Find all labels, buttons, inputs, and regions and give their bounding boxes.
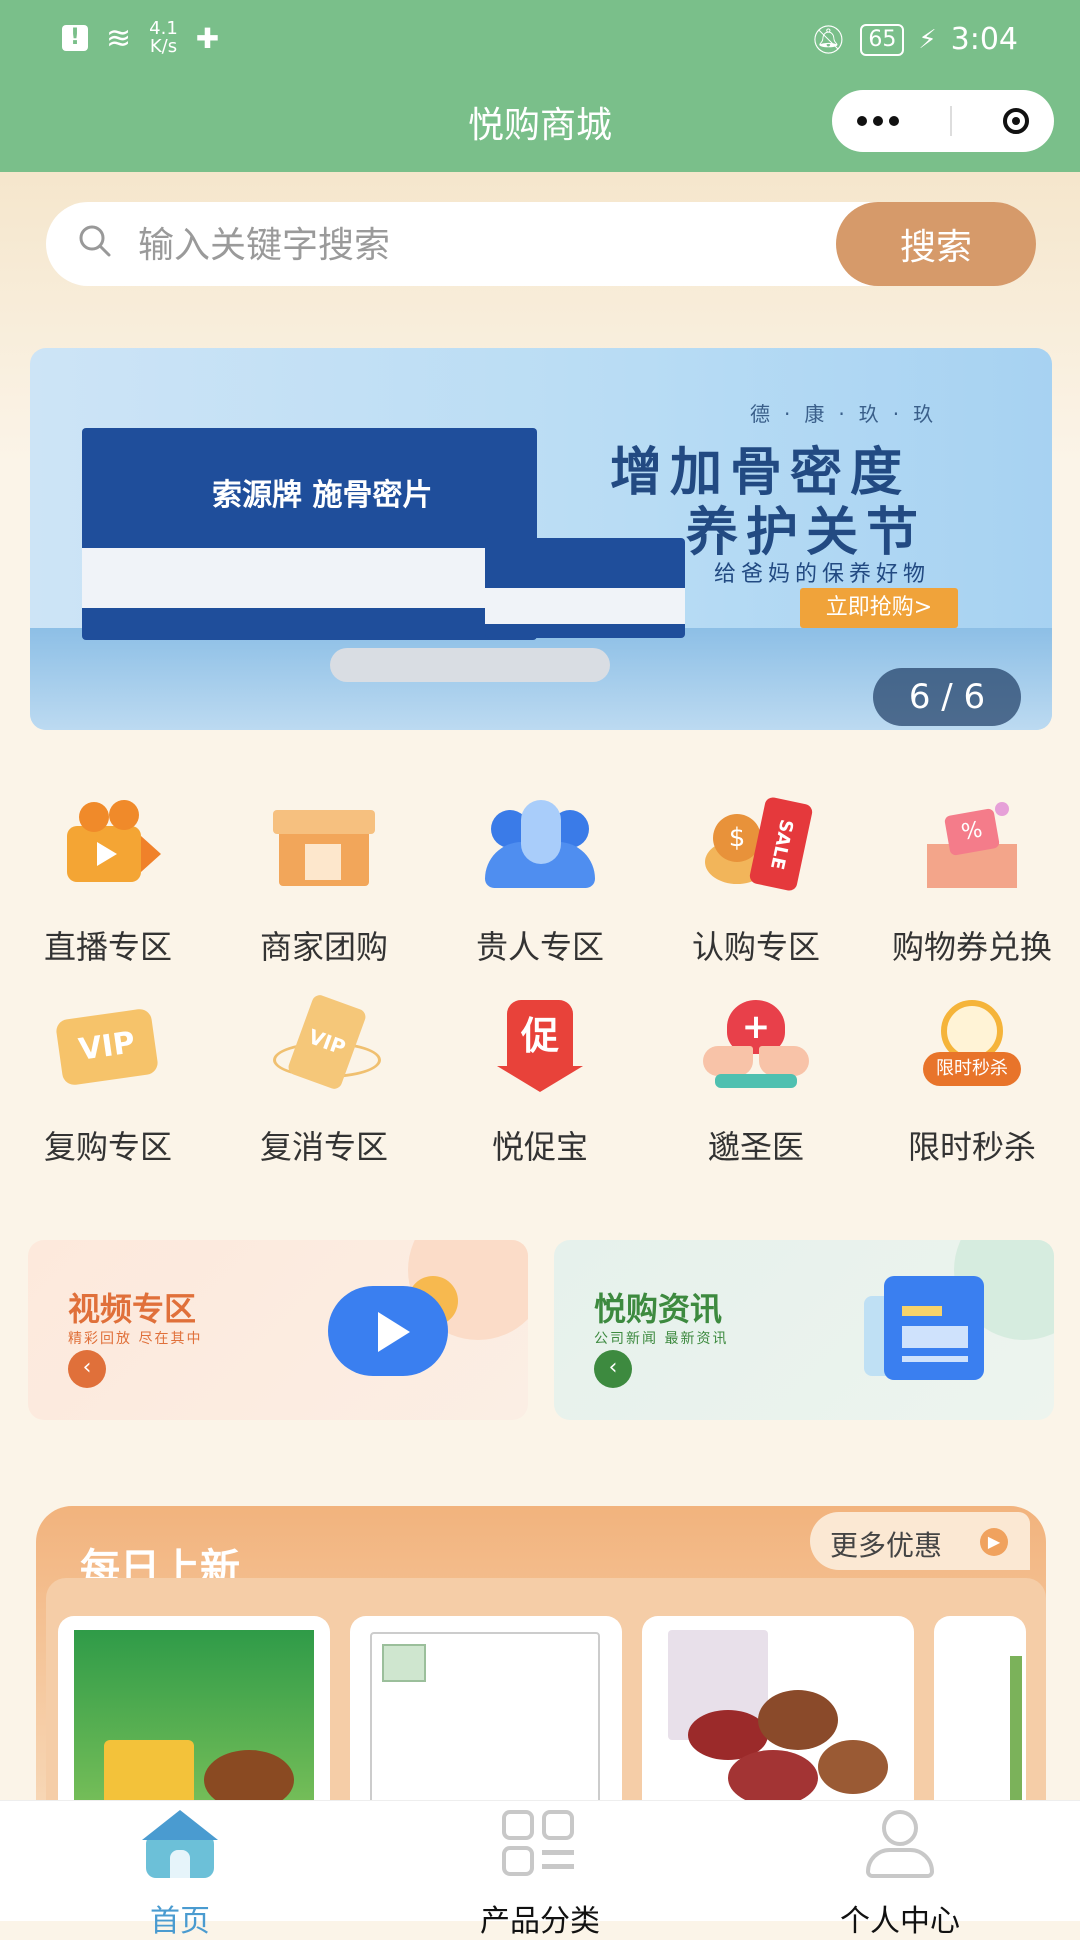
banner-headline-2: 养护关节: [686, 503, 927, 563]
miniapp-capsule: [832, 90, 1054, 152]
video-zone-subtitle: 精彩回放 尽在其中: [68, 1331, 203, 1347]
grid-item-label: 复购专区: [43, 1128, 172, 1166]
grid-item-label: 复消专区: [259, 1128, 388, 1166]
grid-item-repurchase[interactable]: VIP 复购专区: [0, 996, 216, 1166]
wifi-icon: ≋: [106, 20, 132, 56]
alarm-clock-icon: 限时秒杀: [917, 996, 1027, 1096]
tab-label: 产品分类: [480, 1904, 600, 1939]
vip-card-icon: VIP: [269, 992, 381, 1096]
vip-ticket-icon: VIP: [53, 996, 163, 1096]
product-image: [74, 1630, 314, 1816]
search-input[interactable]: [136, 214, 820, 276]
play-arrow-icon: ▶: [980, 1528, 1008, 1556]
news-subtitle: 公司新闻 最新资讯: [594, 1331, 729, 1347]
banner-cta-button[interactable]: 立即抢购>: [800, 588, 958, 628]
tab-home[interactable]: 首页: [30, 1810, 330, 1939]
chevron-left-icon: ‹: [68, 1350, 106, 1388]
promo-icon: 促: [485, 996, 595, 1096]
tab-label: 首页: [150, 1904, 210, 1939]
store-group-buy-icon: [269, 796, 379, 896]
grid-item-label: 邈圣医: [707, 1128, 804, 1166]
user-icon: [862, 1810, 938, 1880]
puzzle-icon: ✚: [195, 21, 220, 55]
tab-profile[interactable]: 个人中心: [750, 1810, 1050, 1939]
battery-indicator: 65: [860, 23, 905, 56]
grid-item-yue-promo[interactable]: 促 悦促宝: [432, 996, 648, 1166]
status-bar: ! ≋ 4.1 K/s ✚ 🔕︎ 65 ⚡︎ 3:04: [0, 0, 1080, 84]
banner-page-indicator: 6 / 6: [873, 668, 1021, 726]
alert-icon: !: [62, 25, 88, 51]
grid-item-flash-sale[interactable]: 限时秒杀 限时秒杀: [864, 996, 1080, 1166]
capsule-divider: [949, 106, 952, 136]
search-icon: [79, 225, 111, 257]
grid-item-miao-sheng-yi[interactable]: + 邈圣医: [648, 996, 864, 1166]
product-box-large: 索源牌 施骨密片: [82, 428, 537, 640]
grid-item-label: 限时秒杀: [907, 1128, 1036, 1166]
grid-item-label: 认购专区: [691, 928, 820, 966]
video-zone-card[interactable]: 视频专区 精彩回放 尽在其中 ‹: [28, 1240, 528, 1420]
coupon-box-icon: %: [917, 796, 1027, 896]
tab-product-category[interactable]: 产品分类: [390, 1810, 690, 1939]
vip-people-icon: [485, 796, 595, 896]
clock-time: 3:04: [950, 22, 1018, 57]
category-grid-icon: [502, 1810, 578, 1880]
product-card[interactable]: [642, 1616, 914, 1816]
more-deals-label: 更多优惠: [830, 1529, 943, 1562]
tab-label: 个人中心: [840, 1904, 960, 1939]
product-box-brand: 索源牌 施骨密片: [212, 478, 433, 513]
grid-item-re-consume[interactable]: VIP 复消专区: [216, 992, 432, 1166]
news-title: 悦购资讯: [594, 1290, 723, 1328]
more-deals-button[interactable]: 更多优惠 ▶: [810, 1512, 1030, 1570]
bell-muted-icon: 🔕︎: [810, 23, 847, 56]
grid-item-subscription[interactable]: $ SALE 认购专区: [648, 795, 864, 966]
video-play-icon: [328, 1276, 458, 1380]
product-box-small: [485, 538, 685, 638]
product-card[interactable]: [934, 1616, 1026, 1816]
video-zone-title: 视频专区: [68, 1290, 197, 1328]
product-image: [1010, 1656, 1022, 1816]
product-image: [658, 1630, 898, 1816]
grid-item-label: 直播专区: [43, 928, 172, 966]
more-options-icon[interactable]: [857, 116, 900, 126]
banner-kicker: 德·康·玖·玖: [750, 402, 948, 426]
grid-item-label: 悦促宝: [491, 1128, 588, 1166]
search-button[interactable]: 搜索: [836, 202, 1036, 286]
close-miniapp-icon[interactable]: [1002, 108, 1029, 134]
grid-item-label: 商家团购: [259, 928, 388, 966]
grid-item-merchant-group-buy[interactable]: 商家团购: [216, 796, 432, 966]
home-icon: [142, 1810, 218, 1880]
grid-item-label: 贵人专区: [475, 928, 604, 966]
product-card[interactable]: [350, 1616, 622, 1816]
live-camera-icon: [53, 796, 163, 896]
news-doc-icon: [864, 1276, 984, 1386]
grid-item-coupon-exchange[interactable]: % 购物券兑换: [864, 796, 1080, 966]
grid-item-label: 购物券兑换: [891, 928, 1052, 966]
sale-tag-icon: $ SALE: [701, 795, 814, 896]
charging-icon: ⚡︎: [918, 24, 937, 55]
broken-image-icon: [370, 1632, 600, 1816]
promo-banner[interactable]: 索源牌 施骨密片 德·康·玖·玖 增加骨密度 养护关节 给爸妈的保养好物 立即抢…: [30, 348, 1052, 730]
news-card[interactable]: 悦购资讯 公司新闻 最新资讯 ‹: [554, 1240, 1054, 1420]
product-card[interactable]: [58, 1616, 330, 1816]
medical-heart-icon: +: [701, 996, 811, 1096]
pill-tray: [330, 648, 610, 682]
grid-item-vip-zone[interactable]: 贵人专区: [432, 796, 648, 966]
chevron-left-icon: ‹: [594, 1350, 632, 1388]
banner-subtitle: 给爸妈的保养好物: [714, 562, 931, 587]
net-speed: 4.1 K/s: [149, 18, 178, 57]
grid-item-live[interactable]: 直播专区: [0, 796, 216, 966]
